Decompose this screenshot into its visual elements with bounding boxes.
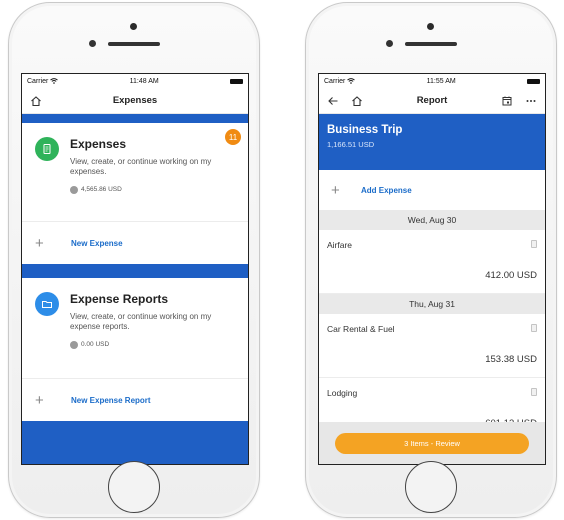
review-footer: 3 Items - Review [319,422,545,464]
add-expense-label: Add Expense [361,185,412,195]
screen-report: Carrier 11:55 AM Report Business Trip 1,… [318,73,546,465]
front-camera [386,40,393,47]
status-time: 11:48 AM [129,77,159,85]
expense-amount: 153.38 USD [485,354,537,365]
screen-expenses: Carrier 11:48 AM Expenses 11 Expenses Vi… [21,73,249,465]
expenses-card[interactable]: 11 Expenses View, create, or continue wo… [22,123,248,221]
nav-bar: Expenses [22,88,248,114]
expense-amount: 412.00 USD [485,270,537,281]
expense-name: Car Rental & Fuel [327,324,395,334]
home-icon[interactable] [28,93,44,109]
home-button[interactable] [108,461,160,513]
expenses-card-description: View, create, or continue working on my … [70,157,212,177]
expense-name: Lodging [327,388,358,398]
folder-icon [35,292,59,316]
earpiece-speaker [108,42,160,46]
expense-reports-card-description: View, create, or continue working on my … [70,312,212,332]
more-options-icon[interactable] [523,93,539,109]
review-button[interactable]: 3 Items - Review [335,432,529,454]
home-icon[interactable] [349,93,365,109]
receipt-icon [35,137,59,161]
page-title: Report [416,95,448,106]
trip-title: Business Trip [327,124,403,136]
expenses-count-badge: 11 [225,129,241,145]
status-bar: Carrier 11:55 AM [319,74,545,88]
status-bar: Carrier 11:48 AM [22,74,248,88]
calendar-icon[interactable] [499,93,515,109]
trip-header: Business Trip 1,166.51 USD [319,114,545,170]
currency-icon [70,185,78,194]
new-expense-report-label: New Expense Report [71,395,151,405]
battery-icon [229,78,243,84]
reports-amount-row: 0.00 USD [70,339,236,351]
new-expense-button[interactable]: + New Expense [22,222,248,264]
status-time: 11:55 AM [426,77,456,85]
expense-row-airfare[interactable]: Airfare 412.00 USD [319,230,545,294]
new-expense-label: New Expense [71,238,123,248]
top-camera [427,23,434,30]
plus-icon: + [35,391,44,409]
phone-left: Carrier 11:48 AM Expenses 11 Expenses Vi… [8,2,260,518]
carrier: Carrier [324,77,356,85]
earpiece-speaker [405,42,457,46]
carrier-label: Carrier [324,77,346,85]
receipt-icon [531,324,537,332]
new-expense-report-button[interactable]: + New Expense Report [22,379,248,421]
wifi-icon [50,78,59,84]
nav-bar: Report [319,88,545,114]
expense-name: Airfare [327,240,353,250]
expense-reports-card-title: Expense Reports [70,292,169,306]
home-button[interactable] [405,461,457,513]
carrier: Carrier [27,77,59,85]
date-header: Thu, Aug 31 [319,294,545,314]
page-title: Expenses [112,95,158,106]
battery-icon [526,78,540,84]
expenses-amount-row: 4,565.86 USD [70,184,236,196]
receipt-icon [531,388,537,396]
back-arrow-icon[interactable] [325,93,341,109]
expense-reports-card[interactable]: Expense Reports View, create, or continu… [22,278,248,378]
blue-divider [22,114,248,123]
expenses-card-title: Expenses [70,137,127,151]
expense-row-car-rental[interactable]: Car Rental & Fuel 153.38 USD [319,314,545,378]
currency-icon [70,340,78,349]
wifi-icon [347,78,356,84]
plus-icon: + [35,234,44,252]
blue-divider [22,264,248,278]
receipt-icon [531,240,537,248]
date-header: Wed, Aug 30 [319,210,545,230]
add-expense-button[interactable]: + Add Expense [319,170,545,210]
front-camera [89,40,96,47]
expenses-amount: 4,565.86 USD [81,186,122,194]
reports-amount: 0.00 USD [81,341,110,349]
carrier-label: Carrier [27,77,49,85]
top-camera [130,23,137,30]
plus-icon: + [331,181,340,199]
blue-footer [22,421,248,464]
trip-total: 1,166.51 USD [327,140,375,149]
phone-right: Carrier 11:55 AM Report Business Trip 1,… [305,2,557,518]
